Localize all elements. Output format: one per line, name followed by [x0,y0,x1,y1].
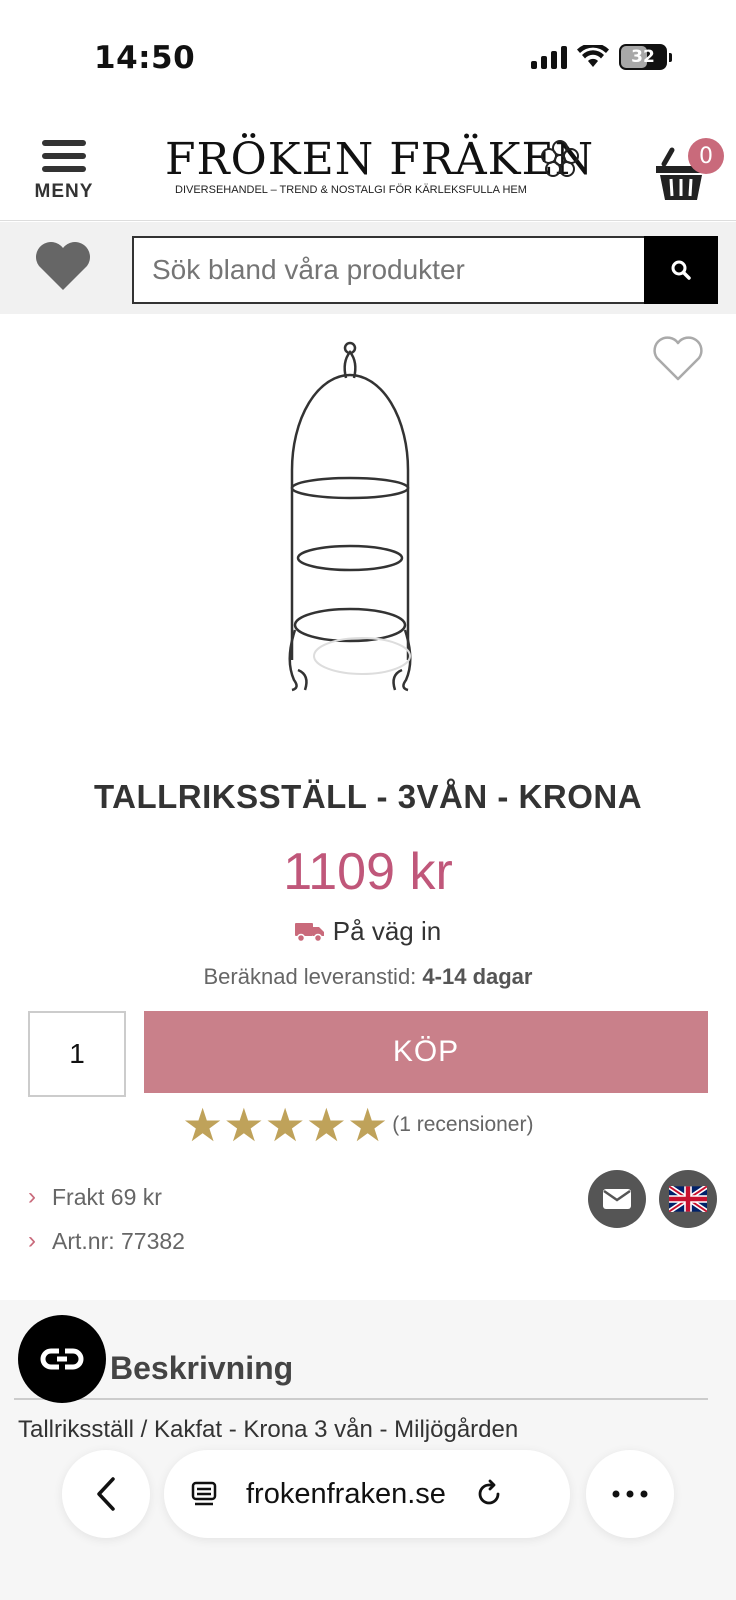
status-icons: 32 [531,44,672,70]
article-number-text: Art.nr: 77382 [52,1227,185,1254]
menu-label: MENY [34,181,94,202]
envelope-icon [603,1189,631,1209]
review-count[interactable]: (1 recensioner) [392,1113,533,1137]
product-price: 1109 kr [283,843,453,901]
delivery-time: Beräknad leveranstid: 4-14 dagar [0,964,736,990]
browser-toolbar: frokenfraken.se [0,1450,736,1540]
tabs-icon [191,1481,217,1506]
favorites-heart-icon[interactable] [34,238,92,292]
delivery-label: Beräknad leveranstid: [203,964,417,989]
star-icon: ★ [305,1098,347,1152]
buy-button[interactable]: KÖP [144,1011,708,1093]
description-text: Tallriksställ / Kakfat - Krona 3 vån - M… [18,1416,519,1443]
more-options-button[interactable] [586,1450,674,1538]
star-icon: ★ [264,1098,306,1152]
logo-tagline: DIVERSEHANDEL – TREND & NOSTALGI FÖR KÄR… [175,184,527,196]
uk-flag-icon [669,1186,707,1212]
cart-count-badge: 0 [688,138,724,174]
chat-icon [40,1348,84,1370]
flower-icon [541,140,579,177]
quantity-input[interactable] [28,1011,126,1097]
stock-status: På väg in [0,916,736,947]
address-bar[interactable]: frokenfraken.se [164,1450,570,1538]
search-input[interactable] [132,236,646,304]
language-button[interactable] [659,1170,717,1228]
divider [14,1398,708,1400]
product-info-list: › Frakt 69 kr › Art.nr: 77382 [28,1175,185,1263]
back-button[interactable] [62,1450,150,1538]
article-number-info: › Art.nr: 77382 [28,1219,185,1263]
stock-status-text: På väg in [332,916,442,946]
description-heading: Beskrivning [110,1350,294,1386]
url-text: frokenfraken.se [246,1477,446,1510]
wifi-icon [577,45,609,67]
cart-button[interactable]: 0 [650,132,724,210]
chevron-right-icon: › [28,1227,36,1254]
chevron-right-icon: › [28,1183,36,1210]
cellular-signal-icon [531,45,567,69]
delivery-value: 4-14 dagar [422,964,533,989]
battery-level: 32 [631,47,655,67]
search-button[interactable] [644,236,718,304]
status-bar: 14:50 32 [0,0,736,120]
delivery-truck-icon [294,922,324,942]
chat-button[interactable] [18,1315,106,1403]
status-time: 14:50 [94,40,196,76]
battery-icon: 32 [619,44,667,70]
product-image[interactable] [250,330,470,720]
product-title: TALLRIKSSTÄLL - 3VÅN - KRONA [93,778,643,815]
email-share-button[interactable] [588,1170,646,1228]
hamburger-icon [42,140,86,172]
site-logo[interactable]: FRÖKEN FRÄKEN DIVERSEHANDEL – TREND & NO… [165,134,595,206]
reload-icon[interactable] [474,1479,504,1509]
search-icon [671,260,691,280]
star-icon: ★ [182,1098,224,1152]
star-icon: ★ [223,1098,265,1152]
menu-button[interactable]: MENY [28,138,100,208]
shipping-info: › Frakt 69 kr [28,1175,185,1219]
shipping-text: Frakt 69 kr [52,1183,162,1210]
wishlist-heart-icon[interactable] [652,334,704,382]
star-icon: ★ [347,1098,389,1152]
product-rating[interactable]: ★ ★ ★ ★ ★ (1 recensioner) [182,1102,533,1148]
search-row [0,222,736,314]
ellipsis-icon [612,1490,648,1498]
logo-text: FRÖKEN FRÄKEN [165,134,595,185]
chevron-left-icon [97,1477,115,1511]
site-header: MENY FRÖKEN FRÄKEN DIVERSEHANDEL – TREND… [0,120,736,221]
